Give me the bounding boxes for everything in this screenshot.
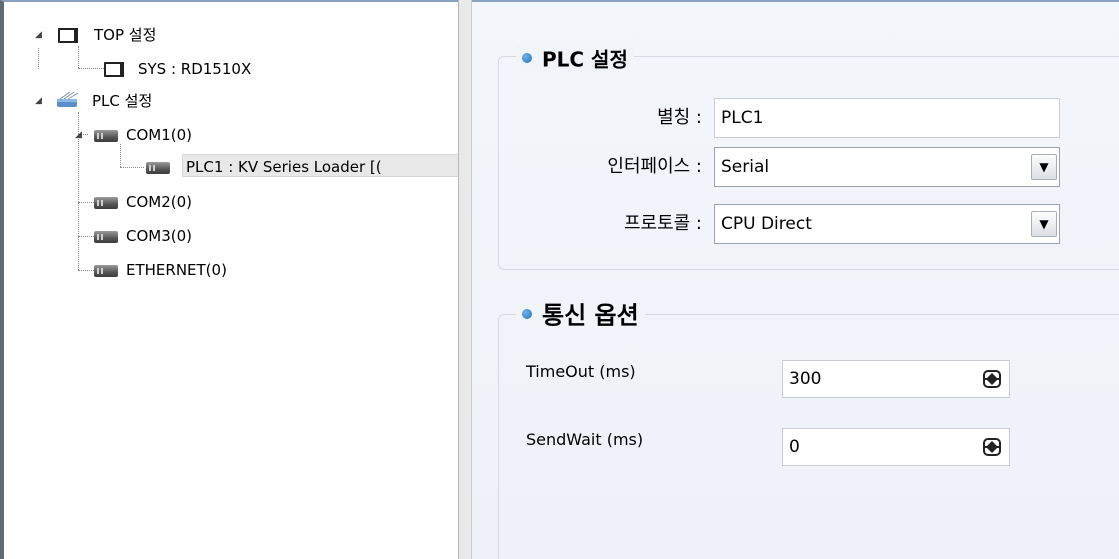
sendwait-label: SendWait (ms) bbox=[526, 430, 644, 449]
tree-item-sys[interactable]: SYS : RD1510X bbox=[74, 58, 374, 80]
expand-arrow-icon[interactable]: ◢ bbox=[34, 24, 43, 46]
tree-item-label: COM3(0) bbox=[126, 227, 193, 245]
tree-item-com3[interactable]: COM3(0) bbox=[94, 225, 404, 247]
protocol-select-value: CPU Direct bbox=[721, 214, 812, 234]
settings-panel: PLC 설정 별칭 : PLC1 인터페이스 : Serial ▼ 프로토콜 :… bbox=[472, 0, 1119, 559]
plc-device-icon bbox=[94, 231, 118, 243]
timeout-value: 300 bbox=[789, 369, 822, 389]
interface-label: 인터페이스 : bbox=[607, 156, 702, 177]
tree-item-label: SYS : RD1510X bbox=[138, 60, 252, 78]
tree-item-ethernet[interactable]: ETHERNET(0) bbox=[94, 259, 404, 281]
spin-updown-icon[interactable] bbox=[983, 370, 1001, 388]
alias-label: 별칭 : bbox=[657, 107, 702, 128]
interface-select[interactable]: Serial ▼ bbox=[714, 147, 1060, 187]
plc-device-icon bbox=[94, 130, 118, 142]
bullet-icon bbox=[522, 308, 532, 319]
plc-network-icon bbox=[57, 91, 79, 107]
timeout-label: TimeOut (ms) bbox=[526, 362, 636, 381]
plc-device-icon bbox=[146, 162, 170, 174]
tree-item-plc-settings[interactable]: ◢ PLC 설정 bbox=[34, 90, 334, 112]
expand-arrow-icon[interactable]: ◢ bbox=[34, 90, 43, 112]
tree-item-plc1[interactable]: PLC1 : KV Series Loader [( bbox=[144, 156, 458, 178]
bullet-icon bbox=[522, 52, 532, 63]
spin-updown-icon[interactable] bbox=[983, 438, 1001, 456]
tree-item-label: PLC 설정 bbox=[92, 92, 153, 110]
expand-arrow-icon[interactable]: ◢ bbox=[74, 124, 83, 146]
protocol-select[interactable]: CPU Direct ▼ bbox=[714, 204, 1060, 244]
monitor-icon bbox=[58, 28, 78, 43]
chevron-down-icon[interactable]: ▼ bbox=[1031, 154, 1057, 180]
sendwait-value: 0 bbox=[789, 437, 800, 457]
tree-item-label: TOP 설정 bbox=[94, 26, 157, 44]
protocol-label: 프로토콜 : bbox=[623, 213, 702, 234]
tree-item-label: COM2(0) bbox=[126, 193, 193, 211]
tree-item-label: COM1(0) bbox=[126, 126, 193, 144]
tree-item-com2[interactable]: COM2(0) bbox=[94, 191, 404, 213]
timeout-stepper[interactable]: 300 bbox=[782, 360, 1010, 398]
comm-options-group-title: 통신 옵션 bbox=[516, 300, 645, 330]
plc-device-icon bbox=[94, 265, 118, 277]
chevron-down-icon[interactable]: ▼ bbox=[1031, 211, 1057, 237]
tree-item-label: PLC1 : KV Series Loader [( bbox=[186, 158, 382, 176]
plc-device-icon bbox=[94, 197, 118, 209]
sendwait-stepper[interactable]: 0 bbox=[782, 428, 1010, 466]
interface-select-value: Serial bbox=[721, 157, 770, 177]
tree-item-top-settings[interactable]: ◢ TOP 설정 bbox=[34, 24, 334, 46]
panel-splitter[interactable] bbox=[458, 0, 472, 559]
plc-settings-group-title: PLC 설정 bbox=[516, 44, 634, 74]
tree-item-label: ETHERNET(0) bbox=[126, 261, 227, 279]
alias-field[interactable]: PLC1 bbox=[714, 98, 1060, 138]
project-tree: ◢ TOP 설정 SYS : RD1510X ◢ PLC 설정 ◢ COM1(0… bbox=[0, 0, 458, 559]
tree-item-com1[interactable]: ◢ COM1(0) bbox=[74, 124, 374, 146]
monitor-icon bbox=[104, 62, 124, 77]
